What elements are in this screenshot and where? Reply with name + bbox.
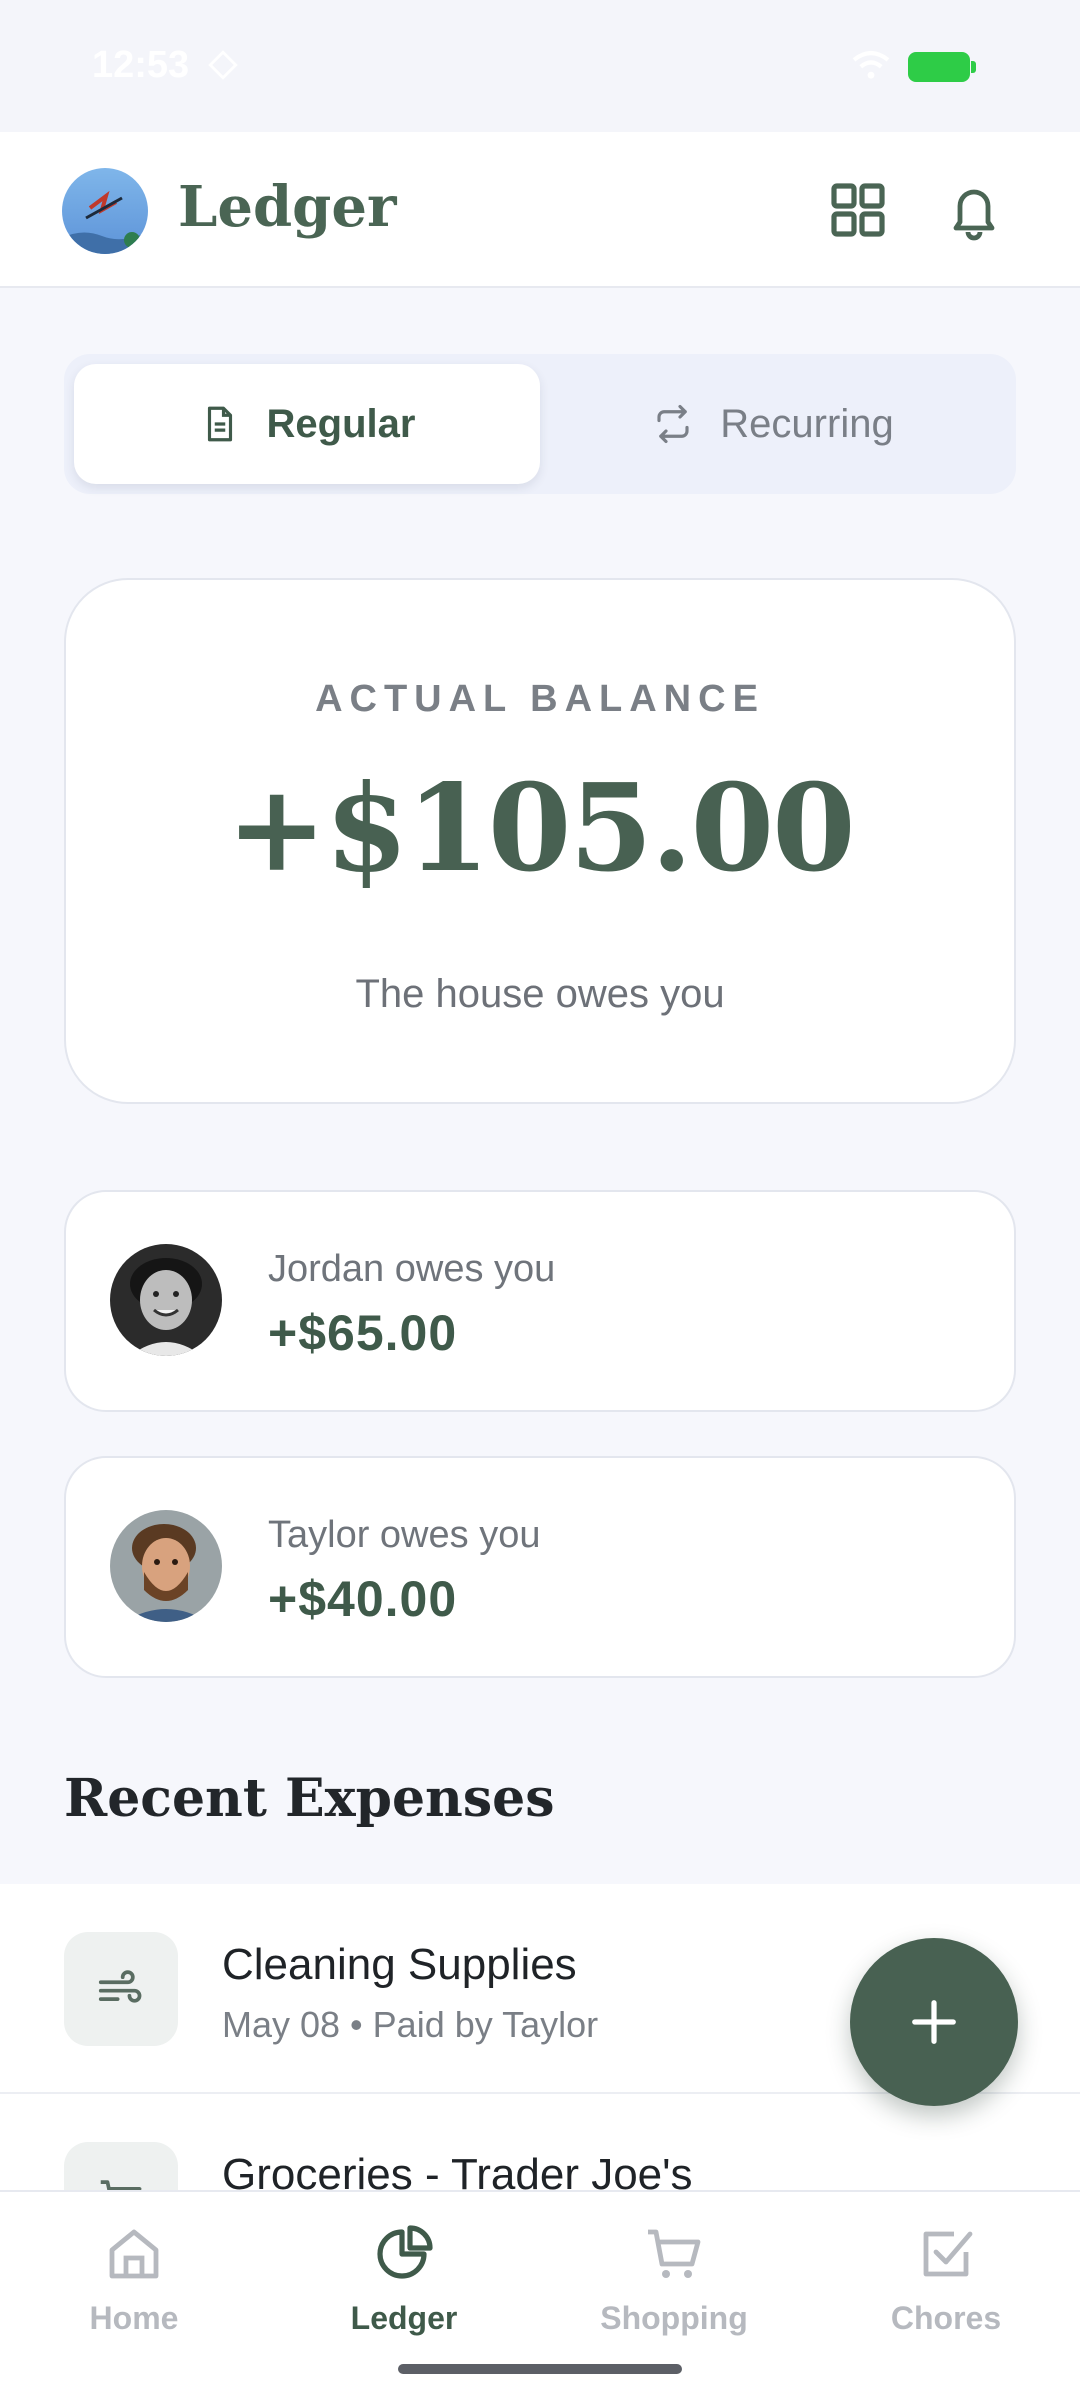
pie-chart-icon (377, 2225, 433, 2279)
document-icon (207, 406, 232, 442)
tab-recurring[interactable]: Recurring (540, 364, 1006, 484)
owe-card-jordan[interactable]: Jordan owes you +$65.00 (64, 1190, 1016, 1412)
nav-label: Ledger (350, 2300, 458, 2336)
checkbox-icon (923, 2231, 973, 2277)
add-expense-button[interactable] (850, 1938, 1018, 2106)
balance-card: ACTUAL BALANCE +$105.00 The house owes y… (64, 578, 1016, 1104)
tab-regular[interactable]: Regular (74, 364, 540, 484)
tab-regular-label: Regular (266, 401, 416, 446)
home-icon (109, 2229, 159, 2279)
status-time: 12:53 (92, 44, 190, 86)
owe-label: Jordan owes you (268, 1248, 556, 1290)
tab-recurring-label: Recurring (720, 401, 894, 446)
owe-amount: +$65.00 (268, 1305, 458, 1361)
bell-icon[interactable] (942, 178, 1006, 242)
nav-item-chores[interactable]: Chores (836, 2222, 1056, 2362)
cart-icon (648, 2229, 701, 2278)
expense-title: Cleaning Supplies (222, 1940, 577, 1989)
location-icon (208, 50, 238, 80)
plus-icon (912, 2000, 956, 2044)
ledger-type-toggle: Regular Recurring (64, 354, 1016, 494)
nav-label: Home (89, 2300, 179, 2336)
home-indicator[interactable] (398, 2364, 682, 2374)
app-logo (62, 168, 148, 254)
wind-icon (64, 1932, 178, 2046)
wifi-icon (852, 50, 890, 79)
page-title: Ledger (178, 174, 397, 240)
nav-label: Chores (890, 2300, 1002, 2336)
battery-icon (908, 52, 976, 82)
balance-label: ACTUAL BALANCE (315, 678, 765, 720)
cart-icon (64, 2142, 178, 2194)
status-bar: 12:53 (0, 0, 1080, 132)
avatar (110, 1244, 222, 1356)
recent-expenses-title: Recent Expenses (64, 1768, 555, 1829)
expense-title: Groceries - Trader Joe's (222, 2150, 693, 2194)
nav-item-ledger[interactable]: Ledger (294, 2222, 514, 2362)
balance-amount: +$105.00 (226, 758, 855, 899)
owe-amount: +$40.00 (268, 1571, 458, 1627)
expense-meta: May 08 • Paid by Taylor (222, 2004, 599, 2045)
balance-note: The house owes you (355, 972, 725, 1016)
repeat-icon (657, 404, 689, 444)
nav-label: Shopping (600, 2300, 748, 2336)
app-header: Ledger (0, 132, 1080, 288)
list-item[interactable]: Groceries - Trader Joe's (0, 2094, 1080, 2194)
nav-item-home[interactable]: Home (24, 2222, 244, 2362)
owe-card-taylor[interactable]: Taylor owes you +$40.00 (64, 1456, 1016, 1678)
avatar (110, 1510, 222, 1622)
nav-item-shopping[interactable]: Shopping (564, 2222, 784, 2362)
grid-icon[interactable] (826, 178, 890, 242)
owe-label: Taylor owes you (268, 1514, 541, 1556)
